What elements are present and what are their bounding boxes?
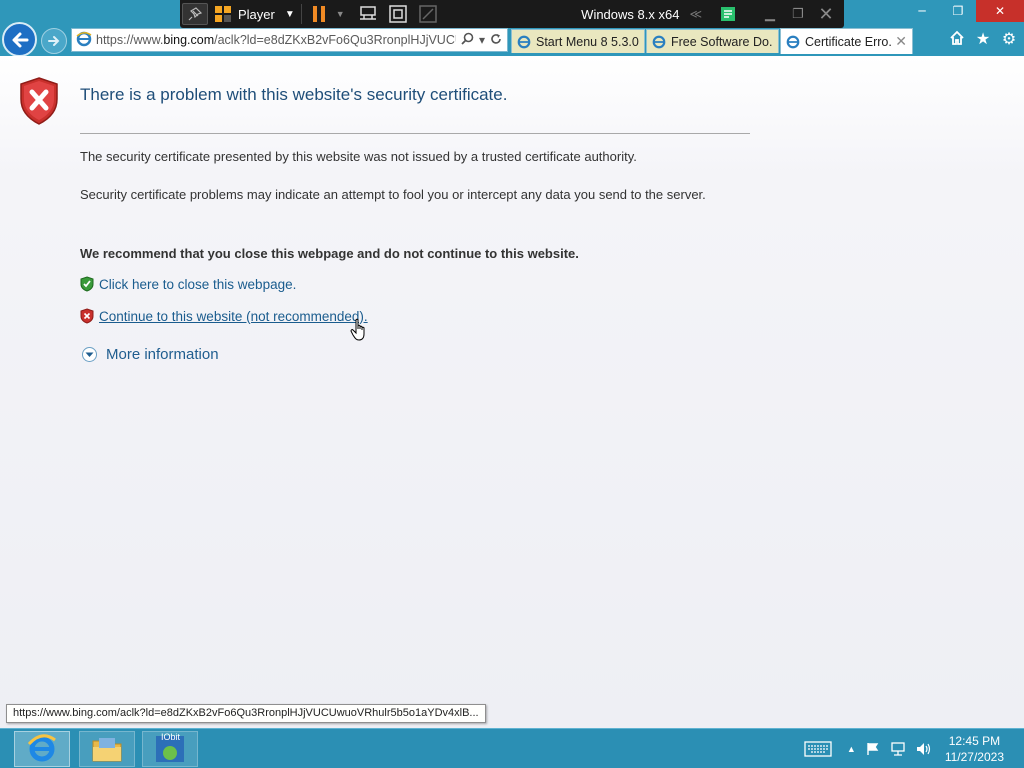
page-title: There is a problem with this website's s… <box>80 85 508 104</box>
tab-label: Certificate Erro... <box>805 34 892 49</box>
minimize-button[interactable]: ─ <box>904 0 940 22</box>
restore-button[interactable]: ❐ <box>940 0 976 22</box>
certificate-error-page: There is a problem with this website's s… <box>0 56 1024 728</box>
tab-free-software[interactable]: Free Software Do... <box>646 29 779 53</box>
minimize-icon[interactable]: ▁ <box>756 0 784 28</box>
expand-chevron-icon <box>82 347 97 362</box>
gear-icon[interactable]: ⚙ <box>1000 29 1018 48</box>
taskbar-internet-explorer[interactable] <box>14 731 70 767</box>
network-icon[interactable] <box>890 742 906 756</box>
forward-arrow-icon <box>48 36 60 46</box>
player-menu-label[interactable]: Player <box>238 0 275 28</box>
taskbar: IObit ▲ 12:45 PM 11/27/2023 <box>0 728 1024 768</box>
pin-icon[interactable] <box>182 3 208 25</box>
ie-tab-icon <box>786 35 800 48</box>
devices-icon[interactable] <box>359 0 377 28</box>
ie-tab-icon <box>517 35 531 48</box>
internet-explorer-icon <box>27 734 56 762</box>
more-information-label: More information <box>106 346 219 363</box>
clock[interactable]: 12:45 PM 11/27/2023 <box>945 733 1004 765</box>
link-status-tooltip: https://www.bing.com/aclk?ld=e8dZKxB2vFo… <box>6 704 486 723</box>
recommendation-text: We recommend that you close this webpage… <box>80 246 579 261</box>
window-controls: ─ ❐ ✕ <box>904 0 1024 22</box>
address-url: https://www.bing.com/aclk?ld=e8dZKxB2vFo… <box>96 33 456 47</box>
forward-button[interactable] <box>41 28 67 54</box>
dropdown-icon[interactable]: ▾ <box>479 33 485 47</box>
tab-certificate-error[interactable]: Certificate Erro... ✕ <box>780 28 913 54</box>
show-hidden-icons-chevron-icon[interactable]: ▲ <box>847 744 856 754</box>
shield-check-icon <box>80 276 94 292</box>
tab-start-menu[interactable]: Start Menu 8 5.3.0.... <box>511 29 645 53</box>
continue-to-website-link[interactable]: Continue to this website (not recommende… <box>99 309 368 324</box>
description-text: The security certificate presented by th… <box>80 149 637 164</box>
tab-close-icon[interactable]: ✕ <box>895 33 907 50</box>
divider <box>80 133 750 134</box>
double-chevron-icon[interactable]: ≪ <box>689 0 702 28</box>
site-ie-icon <box>76 31 92 50</box>
close-page-option: Click here to close this webpage. <box>80 276 296 292</box>
notes-icon[interactable] <box>720 0 736 28</box>
tab-label: Free Software Do... <box>671 34 773 49</box>
maximize-icon[interactable]: ❐ <box>784 0 812 28</box>
system-tray: ▲ 12:45 PM 11/27/2023 <box>799 729 1024 768</box>
tab-label: Start Menu 8 5.3.0.... <box>536 34 639 49</box>
hand-cursor-icon <box>350 318 365 341</box>
more-information-toggle[interactable]: More information <box>82 346 219 363</box>
search-icon[interactable] <box>461 32 474 48</box>
clock-date: 11/27/2023 <box>944 750 1004 764</box>
volume-icon[interactable] <box>916 742 932 756</box>
vm-player-toolbar: Player ▼ ▼ Windows 8.x x64 ≪ ▁ ❐ ✕ <box>180 0 844 28</box>
continue-option: Continue to this website (not recommende… <box>80 308 368 324</box>
back-arrow-icon <box>12 32 28 47</box>
fullscreen-icon[interactable] <box>388 0 407 28</box>
refresh-icon[interactable] <box>490 33 502 48</box>
warning-text: Security certificate problems may indica… <box>80 187 706 202</box>
action-center-flag-icon[interactable] <box>866 742 880 756</box>
player-logo-icon <box>214 0 232 28</box>
shield-error-icon <box>20 77 58 125</box>
taskbar-iobit[interactable]: IObit <box>142 731 198 767</box>
ie-tab-icon <box>652 35 666 48</box>
home-icon[interactable] <box>948 29 966 47</box>
taskbar-file-explorer[interactable] <box>79 731 135 767</box>
iobit-label: IObit <box>161 732 181 742</box>
close-webpage-link[interactable]: Click here to close this webpage. <box>99 277 296 292</box>
keyboard-icon[interactable] <box>804 741 832 757</box>
chevron-down-icon[interactable]: ▼ <box>285 0 295 28</box>
close-button[interactable]: ✕ <box>976 0 1024 22</box>
close-icon[interactable]: ✕ <box>812 0 840 28</box>
shield-error-icon <box>80 308 94 324</box>
unity-icon[interactable] <box>418 0 437 28</box>
address-bar[interactable]: https://www.bing.com/aclk?ld=e8dZKxB2vFo… <box>71 28 508 52</box>
folder-icon <box>92 738 122 762</box>
chevron-down-icon[interactable]: ▼ <box>336 0 345 28</box>
pause-icon[interactable] <box>312 0 326 28</box>
back-button[interactable] <box>2 22 37 57</box>
vm-name: Windows 8.x x64 <box>581 6 680 22</box>
favorites-star-icon[interactable]: ★ <box>974 29 992 48</box>
clock-time: 12:45 PM <box>948 734 1001 748</box>
